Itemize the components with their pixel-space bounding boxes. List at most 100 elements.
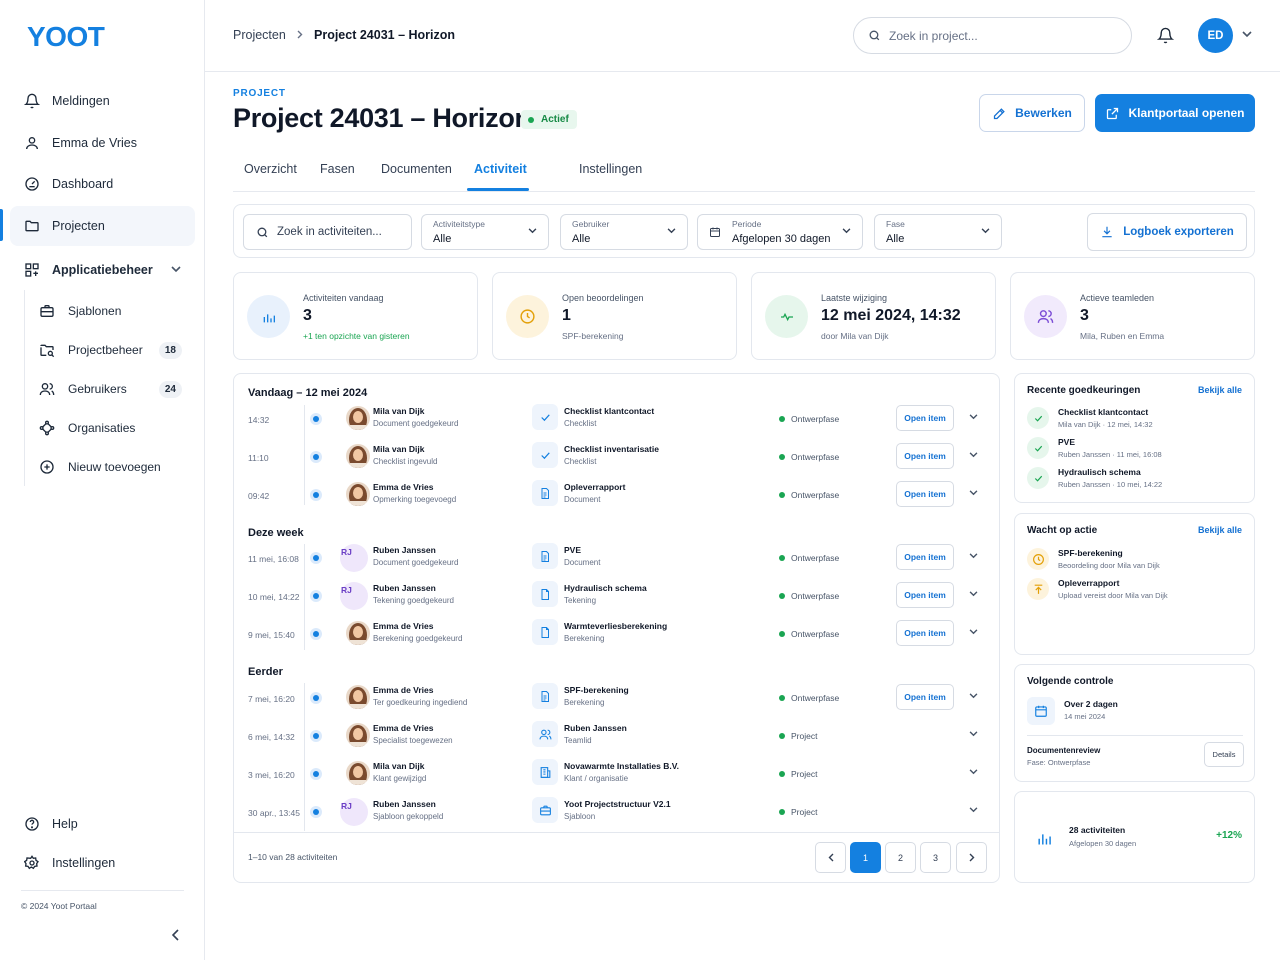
details-button[interactable]: Details [1204, 742, 1244, 767]
activity-user: Emma de Vries [373, 723, 434, 733]
approval-item[interactable]: PVE Ruben Janssen · 11 mei, 16:08 [1027, 435, 1247, 465]
activity-row[interactable]: 10 mei, 14:22 RJ Ruben Janssen Tekening … [234, 577, 999, 615]
sidebar-item-label: Organisaties [68, 421, 136, 435]
sidebar-item-applicatiebeheer[interactable]: Applicatiebeheer [10, 250, 195, 290]
expand-chevron-icon[interactable] [969, 490, 978, 496]
notifications-bell-icon[interactable] [1157, 27, 1174, 44]
sidebar-item-dashboard[interactable]: Dashboard [10, 164, 195, 204]
period-select[interactable]: Periode Afgelopen 30 dagen [697, 214, 863, 250]
chevron-down-icon[interactable] [1242, 31, 1252, 38]
expand-chevron-icon[interactable] [969, 553, 978, 559]
stat-label: Actieve teamleden [1080, 293, 1155, 303]
tab-instellingen[interactable]: Instellingen [579, 162, 642, 176]
sidebar-item-nieuw-toevoegen[interactable]: Nieuw toevoegen [38, 452, 188, 482]
phase-label: Project [779, 731, 817, 741]
activity-row[interactable]: 6 mei, 14:32 Emma de Vries Specialist to… [234, 717, 999, 755]
phase-select[interactable]: Fase Alle [874, 214, 1002, 250]
users-icon [532, 721, 558, 747]
stat-active-members: Actieve teamleden 3 Mila, Ruben en Emma [1010, 272, 1255, 360]
approval-meta: Ruben Janssen · 11 mei, 16:08 [1058, 450, 1162, 459]
activity-row[interactable]: 11:10 Mila van Dijk Checklist ingevuld C… [234, 438, 999, 476]
sidebar-item-meldingen[interactable]: Meldingen [10, 81, 195, 121]
phase-text: Project [791, 807, 818, 817]
approval-item[interactable]: Checklist klantcontact Mila van Dijk · 1… [1027, 405, 1247, 435]
page-button-1[interactable]: 1 [850, 842, 881, 873]
tab-overzicht[interactable]: Overzicht [244, 162, 297, 176]
expand-chevron-icon[interactable] [969, 769, 978, 775]
open-item-button[interactable]: Open item [896, 443, 954, 469]
activity-row[interactable]: 7 mei, 16:20 Emma de Vries Ter goedkeuri… [234, 679, 999, 717]
expand-chevron-icon[interactable] [969, 414, 978, 420]
timeline-dot [313, 492, 319, 498]
select-label: Fase [886, 219, 905, 229]
sidebar-item-organisaties[interactable]: Organisaties [38, 413, 188, 443]
sidebar-item-projectbeheer[interactable]: Projectbeheer 18 [38, 335, 188, 365]
check-icon [532, 404, 558, 430]
user-avatar[interactable]: ED [1198, 18, 1233, 53]
yoot-logo[interactable]: YOOT [27, 22, 112, 48]
client-portal-button[interactable]: Klantportaal openen [1095, 94, 1255, 132]
activity-row[interactable]: 11 mei, 16:08 RJ Ruben Janssen Document … [234, 539, 999, 577]
expand-chevron-icon[interactable] [969, 452, 978, 458]
view-all-approvals-link[interactable]: Bekijk alle [1198, 385, 1242, 395]
activity-row[interactable]: 3 mei, 16:20 Mila van Dijk Klant gewijzi… [234, 755, 999, 793]
sidebar-item-instellingen[interactable]: Instellingen [10, 843, 195, 883]
expand-chevron-icon[interactable] [969, 591, 978, 597]
waiting-for-action-card: Wacht op actie Bekijk alle SPF-berekenin… [1014, 513, 1255, 655]
expand-chevron-icon[interactable] [969, 731, 978, 737]
open-item-button[interactable]: Open item [896, 405, 954, 431]
stat-value: 1 [562, 307, 571, 324]
previous-page-button[interactable] [815, 842, 846, 873]
expand-chevron-icon[interactable] [969, 807, 978, 813]
activity-feed: Vandaag – 12 mei 2024 Deze week Eerder 1… [233, 373, 1000, 883]
activity-row[interactable]: 9 mei, 15:40 Emma de Vries Berekening go… [234, 615, 999, 653]
expand-chevron-icon[interactable] [969, 629, 978, 635]
open-item-button[interactable]: Open item [896, 684, 954, 710]
expand-chevron-icon[interactable] [969, 693, 978, 699]
chevron-down-icon [981, 228, 990, 234]
breadcrumb-projecten[interactable]: Projecten [233, 28, 286, 42]
tab-documenten[interactable]: Documenten [381, 162, 452, 176]
export-log-button[interactable]: Logboek exporteren [1087, 213, 1247, 251]
user-select[interactable]: Gebruiker Alle [560, 214, 688, 250]
project-search-input[interactable]: Zoek in project... [853, 17, 1132, 54]
activity-row[interactable]: 14:32 Mila van Dijk Document goedgekeurd… [234, 400, 999, 438]
collapse-sidebar-icon[interactable] [172, 929, 180, 941]
phase-label: Ontwerpfase [779, 629, 839, 639]
tab-activiteit[interactable]: Activiteit [474, 162, 527, 176]
activity-time: 30 apr., 13:45 [248, 808, 300, 818]
sidebar-item-gebruikers[interactable]: Gebruikers 24 [38, 374, 188, 404]
page-button-3[interactable]: 3 [920, 842, 951, 873]
sidebar-item-label: Meldingen [52, 94, 110, 108]
sidebar-item-profile[interactable]: Emma de Vries [10, 123, 195, 163]
activity-type-select[interactable]: Activiteitstype Alle [421, 214, 549, 250]
next-page-button[interactable] [956, 842, 987, 873]
dashboard-icon [23, 175, 41, 193]
waiting-item[interactable]: Opleverrapport Upload vereist door Mila … [1027, 576, 1247, 606]
users-icon [38, 380, 56, 398]
page-title: Project 24031 – Horizon [233, 103, 531, 133]
status-label: Actief [541, 114, 569, 125]
activity-search-input[interactable]: Zoek in activiteiten... [243, 214, 412, 250]
phase-dot [779, 416, 785, 422]
activity-time: 09:42 [248, 491, 270, 501]
page-button-2[interactable]: 2 [885, 842, 916, 873]
activity-row[interactable]: 30 apr., 13:45 RJ Ruben Janssen Sjabloon… [234, 793, 999, 831]
open-item-button[interactable]: Open item [896, 620, 954, 646]
edit-button[interactable]: Bewerken [979, 94, 1085, 132]
waiting-item[interactable]: SPF-berekening Beoordeling door Mila van… [1027, 546, 1247, 576]
count-badge: 18 [158, 341, 182, 359]
view-all-waiting-link[interactable]: Bekijk alle [1198, 525, 1242, 535]
open-item-button[interactable]: Open item [896, 481, 954, 507]
open-item-button[interactable]: Open item [896, 544, 954, 570]
activity-user: Emma de Vries [373, 482, 434, 492]
chevron-down-icon [171, 266, 181, 273]
approval-item[interactable]: Hydraulisch schema Ruben Janssen · 10 me… [1027, 465, 1247, 495]
sidebar-item-help[interactable]: Help [10, 804, 195, 844]
sidebar-item-sjablonen[interactable]: Sjablonen [38, 296, 188, 326]
search-icon [257, 227, 268, 237]
sidebar-item-projecten[interactable]: Projecten [10, 206, 195, 246]
open-item-button[interactable]: Open item [896, 582, 954, 608]
tab-fasen[interactable]: Fasen [320, 162, 355, 176]
activity-row[interactable]: 09:42 Emma de Vries Opmerking toegevoegd… [234, 476, 999, 514]
